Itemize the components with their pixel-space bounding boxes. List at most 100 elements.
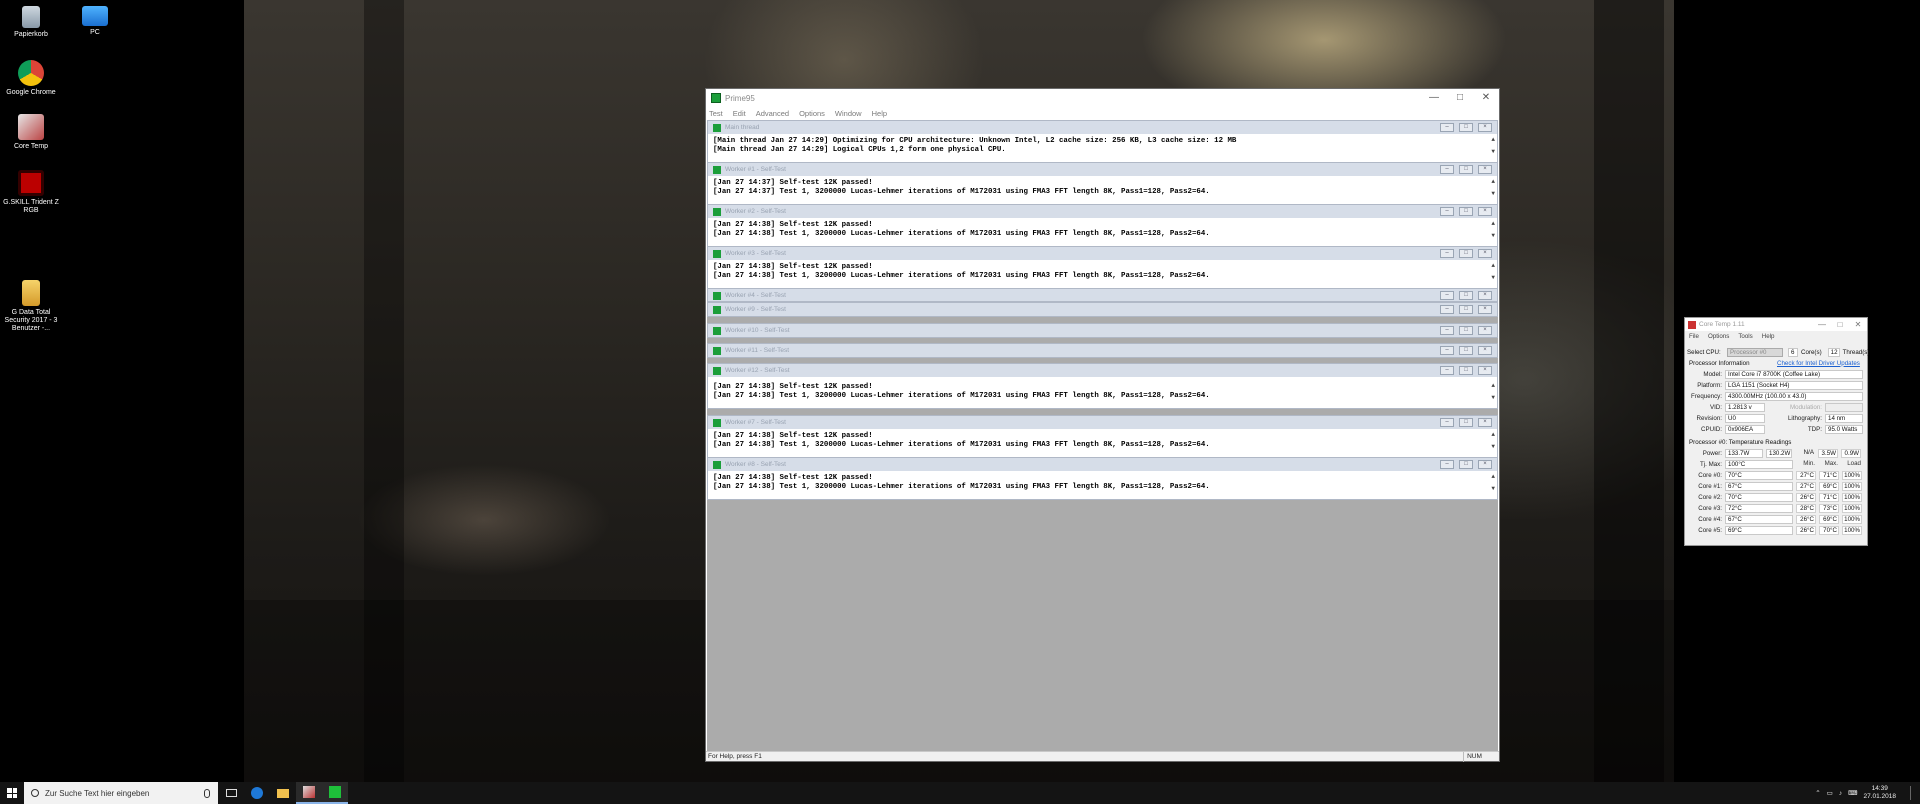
child-titlebar[interactable]: Worker #12 - Self-Test – □ ×: [708, 364, 1497, 377]
child-titlebar[interactable]: Worker #1 - Self-Test – □ ×: [708, 163, 1497, 176]
notification-icon[interactable]: [1910, 786, 1914, 800]
prime95-window[interactable]: Prime95 — □ ✕ Test Edit Advanced Options…: [705, 88, 1500, 762]
child-close-button[interactable]: ×: [1478, 418, 1492, 427]
child-window-worker-3[interactable]: Worker #3 - Self-Test – □ × [Jan 27 14:38] …: [707, 246, 1498, 289]
task-view-button[interactable]: [218, 782, 244, 804]
child-window-worker-10[interactable]: Worker #10 - Self-Test – □ ×: [707, 323, 1498, 338]
child-minimize-button[interactable]: –: [1440, 366, 1454, 375]
scroll-down-icon[interactable]: ▼: [1491, 484, 1495, 493]
log-text-area[interactable]: [Main thread Jan 27 14:29] Optimizing fo…: [708, 134, 1497, 162]
prime95-titlebar[interactable]: Prime95 — □ ✕: [706, 89, 1499, 107]
desktop-icon-pc[interactable]: PC: [64, 6, 126, 37]
child-minimize-button[interactable]: –: [1440, 207, 1454, 216]
child-minimize-button[interactable]: –: [1440, 326, 1454, 335]
menu-help[interactable]: Help: [872, 109, 887, 118]
scroll-up-icon[interactable]: ▲: [1491, 219, 1495, 228]
child-minimize-button[interactable]: –: [1440, 123, 1454, 132]
scroll-down-icon[interactable]: ▼: [1491, 393, 1495, 402]
ime-icon[interactable]: ⌨: [1848, 789, 1857, 797]
log-text-area[interactable]: [Jan 27 14:38] Self-test 12K passed! [Ja…: [708, 260, 1497, 288]
volume-icon[interactable]: ♪: [1839, 790, 1842, 797]
menu-tools[interactable]: Tools: [1738, 333, 1752, 340]
scroll-up-icon[interactable]: ▲: [1491, 177, 1495, 186]
driver-update-link[interactable]: Check for Intel Driver Updates: [1777, 360, 1860, 367]
child-close-button[interactable]: ×: [1478, 460, 1492, 469]
child-restore-button[interactable]: □: [1459, 326, 1473, 335]
child-titlebar[interactable]: Main thread – □ ×: [708, 121, 1497, 134]
close-button[interactable]: ✕: [1849, 320, 1867, 329]
scroll-down-icon[interactable]: ▼: [1491, 189, 1495, 198]
start-button[interactable]: [0, 782, 24, 804]
child-close-button[interactable]: ×: [1478, 207, 1492, 216]
child-close-button[interactable]: ×: [1478, 165, 1492, 174]
child-window-worker-4[interactable]: Worker #4 - Self-Test – □ ×: [707, 288, 1498, 302]
scroll-down-icon[interactable]: ▼: [1491, 231, 1495, 240]
child-window-worker-12[interactable]: Worker #12 - Self-Test – □ × [Jan 27 14:38]…: [707, 363, 1498, 409]
child-restore-button[interactable]: □: [1459, 291, 1473, 300]
child-close-button[interactable]: ×: [1478, 249, 1492, 258]
menu-options[interactable]: Options: [799, 109, 825, 118]
desktop-icon-core-temp[interactable]: Core Temp: [0, 114, 62, 151]
child-titlebar[interactable]: Worker #3 - Self-Test – □ ×: [708, 247, 1497, 260]
scroll-up-icon[interactable]: ▲: [1491, 381, 1495, 390]
child-window-main-thread[interactable]: Main thread – □ × [Main thread Jan 27 14:29…: [707, 120, 1498, 163]
child-minimize-button[interactable]: –: [1440, 460, 1454, 469]
child-minimize-button[interactable]: –: [1440, 305, 1454, 314]
child-restore-button[interactable]: □: [1459, 418, 1473, 427]
log-text-area[interactable]: [Jan 27 14:38] Self-test 12K passed! [Ja…: [708, 218, 1497, 246]
chevron-up-icon[interactable]: ⌃: [1815, 789, 1820, 797]
scroll-up-icon[interactable]: ▲: [1491, 135, 1495, 144]
child-window-worker-9[interactable]: Worker #9 - Self-Test – □ ×: [707, 302, 1498, 317]
taskbar-prime95[interactable]: [322, 782, 348, 804]
maximize-button[interactable]: □: [1447, 89, 1473, 107]
child-titlebar[interactable]: Worker #7 - Self-Test – □ ×: [708, 416, 1497, 429]
child-restore-button[interactable]: □: [1459, 460, 1473, 469]
core-temp-titlebar[interactable]: Core Temp 1.11 — □ ✕: [1685, 318, 1867, 331]
scroll-down-icon[interactable]: ▼: [1491, 442, 1495, 451]
child-minimize-button[interactable]: –: [1440, 249, 1454, 258]
child-close-button[interactable]: ×: [1478, 366, 1492, 375]
child-restore-button[interactable]: □: [1459, 305, 1473, 314]
child-restore-button[interactable]: □: [1459, 207, 1473, 216]
scroll-up-icon[interactable]: ▲: [1491, 430, 1495, 439]
child-window-worker-7[interactable]: Worker #7 - Self-Test – □ × [Jan 27 14:38] …: [707, 415, 1498, 458]
network-icon[interactable]: ▭: [1827, 789, 1833, 797]
child-close-button[interactable]: ×: [1478, 305, 1492, 314]
child-titlebar[interactable]: Worker #2 - Self-Test – □ ×: [708, 205, 1497, 218]
child-window-worker-8[interactable]: Worker #8 - Self-Test – □ × [Jan 27 14:38] …: [707, 457, 1498, 500]
menu-help[interactable]: Help: [1762, 333, 1775, 340]
scroll-down-icon[interactable]: ▼: [1491, 273, 1495, 282]
log-text-area[interactable]: [Jan 27 14:38] Self-test 12K passed! [Ja…: [708, 471, 1497, 499]
cpu-select-dropdown[interactable]: Processor #0: [1727, 347, 1783, 357]
child-close-button[interactable]: ×: [1478, 326, 1492, 335]
close-button[interactable]: ✕: [1473, 89, 1499, 107]
desktop-icon-chrome[interactable]: Google Chrome: [0, 60, 62, 97]
child-titlebar[interactable]: Worker #11 - Self-Test – □ ×: [708, 344, 1497, 357]
child-close-button[interactable]: ×: [1478, 123, 1492, 132]
child-minimize-button[interactable]: –: [1440, 346, 1454, 355]
child-titlebar[interactable]: Worker #10 - Self-Test – □ ×: [708, 324, 1497, 337]
log-text-area[interactable]: [Jan 27 14:38] Self-test 12K passed! [Ja…: [708, 377, 1497, 408]
scroll-up-icon[interactable]: ▲: [1491, 261, 1495, 270]
scroll-up-icon[interactable]: ▲: [1491, 472, 1495, 481]
child-restore-button[interactable]: □: [1459, 165, 1473, 174]
minimize-button[interactable]: —: [1813, 320, 1831, 329]
menu-test[interactable]: Test: [709, 109, 723, 118]
core-temp-window[interactable]: Core Temp 1.11 — □ ✕ File Options Tools …: [1684, 317, 1869, 546]
child-titlebar[interactable]: Worker #9 - Self-Test – □ ×: [708, 303, 1497, 316]
menu-window[interactable]: Window: [835, 109, 862, 118]
log-text-area[interactable]: [Jan 27 14:38] Self-test 12K passed! [Ja…: [708, 429, 1497, 457]
child-restore-button[interactable]: □: [1459, 249, 1473, 258]
taskbar-explorer[interactable]: [270, 782, 296, 804]
child-window-worker-2[interactable]: Worker #2 - Self-Test – □ × [Jan 27 14:38] …: [707, 204, 1498, 247]
child-minimize-button[interactable]: –: [1440, 418, 1454, 427]
log-text-area[interactable]: [Jan 27 14:37] Self-test 12K passed! [Ja…: [708, 176, 1497, 204]
child-titlebar[interactable]: Worker #4 - Self-Test – □ ×: [708, 289, 1497, 301]
clock[interactable]: 14:39 27.01.2018: [1863, 785, 1896, 801]
menu-edit[interactable]: Edit: [733, 109, 746, 118]
desktop-icon-gdata[interactable]: G Data Total Security 2017 - 3 Benutzer …: [0, 280, 62, 333]
child-window-worker-11[interactable]: Worker #11 - Self-Test – □ ×: [707, 343, 1498, 358]
child-close-button[interactable]: ×: [1478, 346, 1492, 355]
menu-advanced[interactable]: Advanced: [756, 109, 789, 118]
child-restore-button[interactable]: □: [1459, 366, 1473, 375]
